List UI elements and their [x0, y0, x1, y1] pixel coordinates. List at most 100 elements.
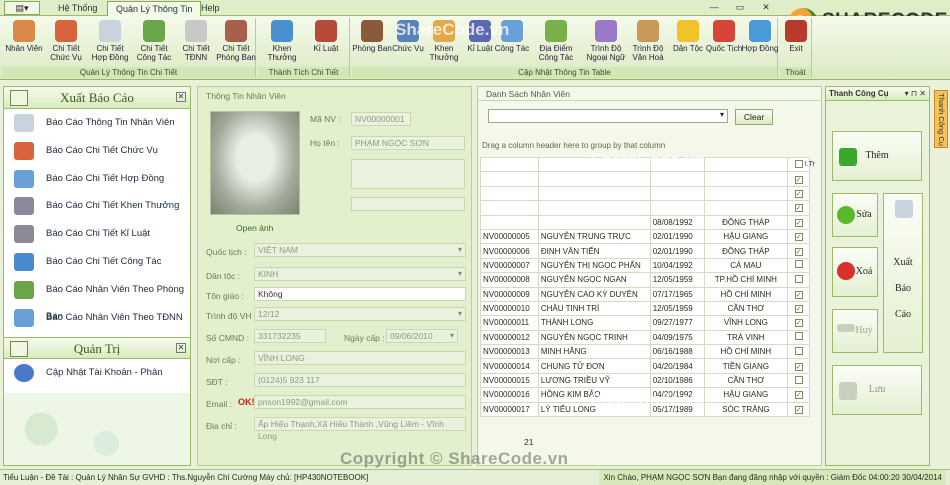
checkbox-icon[interactable] — [794, 375, 803, 384]
dan-toc-button[interactable]: Dân Tộc — [668, 20, 708, 66]
cell-check[interactable]: ✓ — [787, 315, 810, 331]
chi-tiet-cong-tac-button[interactable]: Chi Tiết Công Tác — [134, 20, 174, 66]
quoc-tich-button[interactable]: Quốc Tịch — [704, 20, 744, 66]
maximize-icon[interactable]: ▭ — [728, 0, 752, 14]
search-combo[interactable] — [488, 109, 728, 123]
report-item-ki-luat[interactable]: Báo Cáo Chi Tiết Kỉ Luật — [4, 220, 190, 248]
checkbox-icon[interactable] — [794, 346, 803, 355]
hop-dong-button[interactable]: Hợp Đồng — [740, 20, 780, 66]
checkbox-icon[interactable] — [794, 159, 803, 168]
cell-check[interactable]: ✓ — [787, 401, 810, 418]
checkbox-icon[interactable]: ✓ — [794, 218, 803, 227]
table-row[interactable]: NV00000009 NGUYỄN CAO KỲ DUYÊN 07/17/1965 H… — [480, 286, 810, 302]
table-row[interactable]: ✓ — [480, 185, 810, 202]
table-row[interactable]: NV00000006 ĐINH VĂN TIẾN 02/01/1990 ĐỒNG TH… — [480, 243, 810, 259]
cell-check[interactable]: ✓ — [787, 185, 810, 202]
report-item-tdnn[interactable]: Báo Cáo Nhân Viên Theo TĐNN — [4, 304, 190, 332]
tab-quan-ly-thong-tin[interactable]: Quản Lý Thông Tin — [107, 1, 202, 16]
checkbox-icon[interactable]: ✓ — [794, 175, 803, 184]
cell-check[interactable]: ✓ — [787, 214, 810, 230]
luu-button[interactable]: Lưu — [832, 365, 922, 415]
chi-tiet-hop-dong-button[interactable]: Chi Tiết Hợp Đồng — [90, 20, 130, 66]
dia-diem-cong-tac-button[interactable]: Địa Điểm Công Tác — [534, 20, 578, 66]
checkbox-icon[interactable]: ✓ — [794, 305, 803, 314]
checkbox-icon[interactable]: ✓ — [794, 290, 803, 299]
cell-check[interactable] — [787, 272, 810, 288]
cell-check[interactable]: ✓ — [787, 300, 810, 317]
nhan-vien-button[interactable]: Nhân Viên — [4, 20, 44, 66]
extra-field[interactable] — [351, 197, 465, 211]
checkbox-icon[interactable]: ✓ — [794, 204, 803, 213]
checkbox-icon[interactable] — [794, 332, 803, 341]
report-item-chuc-vu[interactable]: Báo Cáo Chi Tiết Chức Vụ — [4, 137, 190, 165]
report-item-phong-ban[interactable]: Báo Cáo Nhân Viên Theo Phòng Ban — [4, 276, 190, 322]
ho-ten-field[interactable]: PHẠM NGỌC SƠN — [351, 136, 465, 150]
checkbox-icon[interactable]: ✓ — [794, 189, 803, 198]
xuat-bao-cao-button[interactable]: Xuất Báo Cáo — [883, 193, 923, 353]
table-row[interactable]: NV00000010 CHÂU TINH TRÌ 12/05/1959 CẦN THƠ… — [480, 300, 810, 317]
open-image-link[interactable]: Open ảnh — [236, 223, 273, 233]
chi-tiet-phong-ban-button[interactable]: Chi Tiết Phòng Ban — [216, 20, 256, 66]
cell-check[interactable] — [787, 257, 810, 274]
report-item-cong-tac[interactable]: Báo Cáo Chi Tiết Công Tác — [4, 248, 190, 276]
minimize-icon[interactable]: — — [702, 0, 726, 14]
table-row[interactable]: 08/08/1992 ĐỒNG THÁP ✓ — [480, 214, 810, 230]
dan-toc-select[interactable]: KINH — [254, 267, 466, 281]
email-field[interactable]: pnson1992@gmail.com — [254, 395, 466, 409]
checkbox-icon[interactable]: ✓ — [794, 233, 803, 242]
cell-check[interactable] — [787, 329, 810, 346]
cell-check[interactable]: ✓ — [787, 358, 810, 374]
tab-he-thong[interactable]: Hệ Thống — [50, 1, 105, 16]
trinh-do-van-hoa-button[interactable]: Trình Độ Văn Hoá — [628, 20, 668, 66]
table-row[interactable]: NV00000008 NGUYỄN NGỌC NGAN 12/05/1959 TP.H… — [480, 272, 810, 288]
cmnd-field[interactable]: 331732235 — [254, 329, 326, 343]
close-icon[interactable]: ✕ — [754, 0, 778, 14]
report-item-khen-thuong[interactable]: Báo Cáo Chi Tiết Khen Thưởng — [4, 192, 190, 220]
table-row[interactable]: ✓ — [480, 200, 810, 216]
xoa-button[interactable]: Xoá — [832, 247, 878, 297]
ton-giao-field[interactable]: Không — [254, 287, 466, 301]
chi-tiet-tdnn-button[interactable]: Chi Tiết TĐNN — [176, 20, 216, 66]
noi-cap-field[interactable]: VĨNH LONG — [254, 351, 466, 365]
checkbox-icon[interactable]: ✓ — [794, 247, 803, 256]
ma-nv-field[interactable]: NV00000001 — [351, 112, 411, 126]
dia-chi-field[interactable]: Ấp Hiếu Thạnh,Xã Hiếu Thành ,Vũng Liêm -… — [254, 417, 466, 441]
report-item-thong-tin-nhan-vien[interactable]: Báo Cáo Thông Tin Nhân Viên — [4, 109, 190, 137]
phong-ban-button[interactable]: Phòng Ban — [352, 20, 392, 66]
table-row[interactable]: NV00000005 NGUYỄN TRUNG TRỰC 02/01/1990 HẬU… — [480, 228, 810, 245]
cell-check[interactable]: ✓ — [787, 286, 810, 302]
clear-button[interactable]: Clear — [735, 109, 773, 125]
collapse-icon[interactable]: ✕ — [176, 343, 186, 354]
table-row[interactable]: NV00000015 LƯƠNG TRIỀU VỸ 02/10/1986 CẦN TH… — [480, 372, 810, 389]
collapse-icon[interactable]: ✕ — [176, 92, 186, 102]
huy-button[interactable]: Huỷ — [832, 309, 878, 353]
report-item-hop-dong[interactable]: Báo Cáo Chi Tiết Hợp Đồng — [4, 165, 190, 193]
cell-check[interactable] — [787, 344, 810, 360]
table-row[interactable]: NV00000012 NGUYỄN NGỌC TRINH 04/09/1975 TRÀ… — [480, 329, 810, 346]
side-tab-thanh-cong-cu[interactable]: Thanh Công Cụ — [934, 90, 948, 148]
sdt-field[interactable]: (0124)5 923 117 — [254, 373, 466, 387]
pin-icon[interactable]: ▾ ⊓ ✕ — [905, 87, 926, 101]
checkbox-icon[interactable]: ✓ — [794, 319, 803, 328]
cell-check[interactable]: ✓ — [787, 387, 810, 403]
table-row[interactable]: NV00000007 NGUYỄN THỊ NGỌC PHẤN 10/04/1992… — [480, 257, 810, 274]
trinh-do-select[interactable]: 12/12 — [254, 307, 466, 321]
checkbox-icon[interactable]: ✓ — [794, 405, 803, 414]
sua-button[interactable]: Sửa — [832, 193, 878, 237]
checkbox-icon[interactable] — [794, 260, 803, 269]
cell-check[interactable]: ✓ — [787, 171, 810, 187]
app-menu-button[interactable]: ▤▾ — [4, 1, 40, 15]
chi-tiet-chuc-vu-button[interactable]: Chi Tiết Chức Vụ — [46, 20, 86, 66]
cell-check[interactable]: ✓ — [787, 200, 810, 216]
ngay-cap-datepicker[interactable]: 09/06/2010 — [386, 329, 458, 343]
khen-thuong-button[interactable]: Khen Thưởng — [262, 20, 302, 66]
checkbox-icon[interactable]: ✓ — [794, 362, 803, 371]
quoc-tich-select[interactable]: VIỆT NAM — [254, 243, 466, 257]
them-button[interactable]: Thêm — [832, 131, 922, 181]
table-row[interactable]: ✓ — [480, 171, 810, 187]
note-field[interactable] — [351, 159, 465, 189]
tab-help[interactable]: Help — [193, 1, 228, 16]
table-row[interactable]: NV00000013 MINH HẰNG 06/16/1988 HỒ CHÍ MINH — [480, 344, 810, 360]
trinh-do-ngoai-ngu-button[interactable]: Trình Độ Ngoại Ngữ — [584, 20, 628, 66]
checkbox-icon[interactable] — [794, 274, 803, 283]
